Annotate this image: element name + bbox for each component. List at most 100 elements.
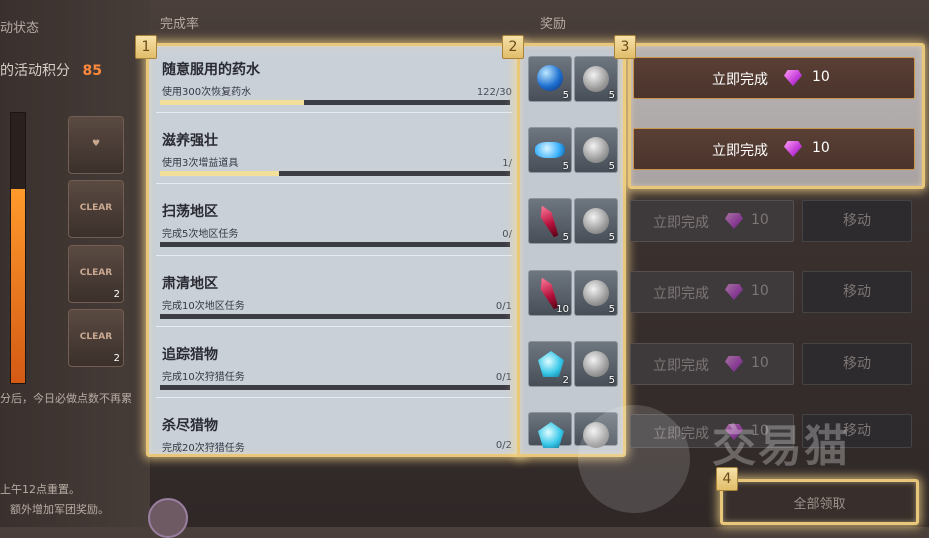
task-description: 完成20次狩猎任务 [162, 443, 245, 454]
row-divider [156, 183, 512, 184]
silver-coin-icon [583, 280, 609, 306]
badge-count: 2 [113, 353, 120, 364]
activity-points-value: 85 [82, 63, 102, 79]
diamond-icon [725, 213, 743, 229]
reward-item-slot[interactable]: 5 [528, 127, 572, 173]
reward-quantity: 5 [608, 161, 615, 172]
reward-quantity: 5 [562, 232, 569, 243]
silver-coin-icon [583, 66, 609, 92]
task-title: 杀尽猎物 [162, 418, 218, 434]
diamond-cost: 10 [812, 69, 830, 85]
task-row: 追踪猎物 完成10次狩猎任务 0/1 [160, 335, 512, 397]
task-row: 肃清地区 完成10次地区任务 0/1 [160, 264, 512, 326]
complete-now-label: 立即完成 [653, 215, 709, 231]
diamond-icon [725, 284, 743, 300]
claim-all-label: 全部领取 [793, 497, 846, 512]
complete-now-label: 立即完成 [653, 286, 709, 302]
reward-item-slot[interactable]: 5 [528, 198, 572, 244]
complete-now-label: 立即完成 [653, 358, 709, 374]
badge-label: CLEAR [79, 268, 113, 278]
move-button[interactable]: 移动 [802, 271, 912, 313]
reset-note-line2: 上午12点重置。 [0, 483, 80, 496]
reward-coin-slot[interactable]: 5 [574, 198, 618, 244]
badge-label: CLEAR [79, 332, 113, 342]
activity-points-label: 的活动积分 [0, 63, 70, 79]
task-progress-bar [160, 100, 510, 105]
reset-note-line3: 额外增加军团奖励。 [10, 503, 109, 516]
cyan-gem-icon [538, 351, 564, 377]
milestone-badge-4[interactable]: CLEAR 2 [68, 309, 124, 367]
task-row: 杀尽猎物 完成20次狩猎任务 0/2 [160, 406, 512, 454]
task-description: 使用3次增益道具 [162, 158, 239, 169]
task-progress-count: 122/30 [476, 87, 512, 98]
task-description: 完成10次地区任务 [162, 301, 245, 312]
reward-item-slot[interactable] [528, 412, 572, 448]
complete-now-button[interactable]: 立即完成 10 [630, 200, 794, 242]
reward-coin-slot[interactable]: 5 [574, 341, 618, 387]
diamond-cost: 10 [751, 283, 769, 299]
activity-points-row: 的活动积分 85 [0, 60, 102, 80]
guild-emblem-icon[interactable] [148, 498, 188, 538]
reward-coin-slot[interactable]: 5 [574, 270, 618, 316]
diamond-cost: 10 [812, 140, 830, 156]
task-description: 使用300次恢复药水 [162, 87, 252, 98]
reward-item-slot[interactable]: 2 [528, 341, 572, 387]
task-description: 完成5次地区任务 [162, 229, 239, 240]
complete-now-button[interactable]: 立即完成 10 [633, 128, 915, 170]
task-progress-fill [160, 171, 279, 176]
reward-quantity: 5 [608, 375, 615, 386]
reward-item-slot[interactable]: 10 [528, 270, 572, 316]
reward-coin-slot[interactable]: 5 [574, 127, 618, 173]
task-description: 完成10次狩猎任务 [162, 372, 245, 383]
task-title: 扫荡地区 [162, 204, 218, 220]
blue-orb-icon [537, 65, 563, 91]
complete-now-button[interactable]: 立即完成 10 [633, 57, 915, 99]
task-progress-bar [160, 242, 510, 247]
milestone-badge-3[interactable]: CLEAR 2 [68, 245, 124, 303]
reward-quantity: 5 [608, 90, 615, 101]
reset-note-line1: 分后，今日必做点数不再累 [0, 392, 132, 405]
task-progress-count: 0/1 [495, 372, 512, 383]
task-row: 滋养强壮 使用3次增益道具 1/ [160, 121, 512, 183]
complete-now-button[interactable]: 立即完成 10 [630, 343, 794, 385]
reward-header: 奖励 [540, 17, 567, 32]
reward-quantity: 5 [608, 304, 615, 315]
claim-all-button[interactable]: 全部领取 [720, 479, 919, 525]
task-progress-fill [160, 100, 304, 105]
points-progress-bar [10, 112, 26, 384]
reward-item-slot[interactable]: 5 [528, 56, 572, 102]
task-row: 随意服用的药水 使用300次恢复药水 122/30 [160, 50, 512, 112]
watermark-text: 交易猫 [712, 421, 850, 472]
activity-status-label: 动状态 [0, 21, 40, 36]
row-divider [156, 255, 512, 256]
task-progress-count: 0/1 [495, 301, 512, 312]
task-progress-count: 0/2 [495, 440, 512, 451]
milestone-badge-2[interactable]: CLEAR [68, 180, 124, 238]
milestone-badge-1[interactable]: ♥ [68, 116, 124, 174]
reward-list-panel [517, 43, 626, 457]
row-divider [156, 112, 512, 113]
reward-coin-slot[interactable]: 5 [574, 56, 618, 102]
reward-quantity: 5 [608, 232, 615, 243]
complete-now-button[interactable]: 立即完成 10 [630, 271, 794, 313]
move-button[interactable]: 移动 [802, 343, 912, 385]
task-progress-bar [160, 314, 510, 319]
completion-header: 完成率 [160, 17, 200, 32]
task-progress-bar [160, 385, 510, 390]
row-divider [156, 326, 512, 327]
diamond-cost: 10 [751, 212, 769, 228]
diamond-icon [784, 70, 802, 86]
cyan-gem-icon [538, 422, 564, 448]
task-title: 追踪猎物 [162, 347, 218, 363]
task-progress-count: 0/ [502, 229, 512, 240]
points-progress-fill [11, 188, 25, 383]
reward-quantity: 2 [562, 375, 569, 386]
badge-count: 2 [113, 289, 120, 300]
reward-quantity: 5 [562, 161, 569, 172]
diamond-icon [784, 141, 802, 157]
move-button[interactable]: 移动 [802, 200, 912, 242]
row-divider [156, 397, 512, 398]
red-crystal-icon [536, 203, 561, 239]
silver-coin-icon [583, 351, 609, 377]
tutorial-tag-3: 3 [614, 35, 636, 59]
